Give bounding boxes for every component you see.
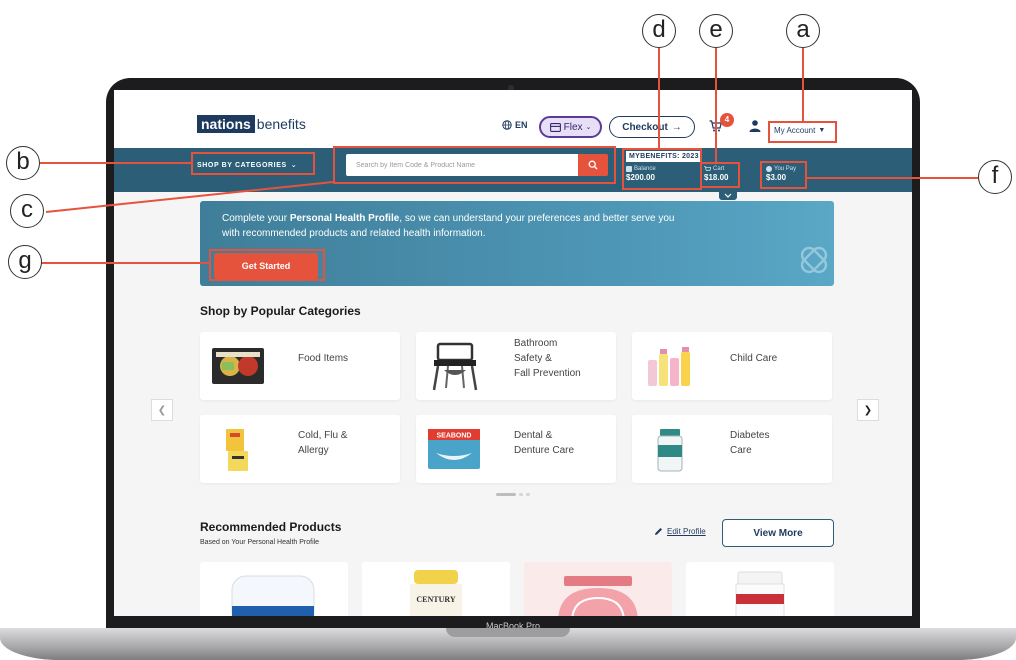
product-jar-image <box>231 575 315 616</box>
recommended-products-title: Recommended Products <box>200 520 342 534</box>
product-card[interactable] <box>524 562 672 616</box>
category-name-line2: Allergy <box>298 445 329 456</box>
commode-chair-image <box>432 342 478 391</box>
category-name-line2: Safety & <box>514 353 552 364</box>
carousel-next-button[interactable]: ❯ <box>857 399 879 421</box>
product-brand-text: CENTURY <box>416 595 456 604</box>
flex-wallet-button[interactable]: Flex ⌄ <box>539 116 602 138</box>
logo-secondary: benefits <box>256 116 306 132</box>
flex-label: Flex <box>563 121 583 133</box>
logo-primary: nations <box>197 115 255 133</box>
callout-label-d: d <box>642 14 676 48</box>
child-care-products-image <box>648 347 690 386</box>
checkout-label: Checkout <box>622 121 668 133</box>
callout-box-you-pay <box>760 161 807 189</box>
benefits-expand-toggle[interactable] <box>719 190 737 200</box>
edit-profile-link[interactable]: Edit Profile <box>654 527 706 536</box>
product-scale-image <box>524 562 672 616</box>
carousel-prev-button[interactable]: ❮ <box>151 399 173 421</box>
view-more-button[interactable]: View More <box>722 519 834 547</box>
globe-icon <box>502 120 512 130</box>
category-tile-diabetes-care[interactable]: Diabetes Care <box>632 415 832 483</box>
callout-box-my-account <box>768 121 837 143</box>
callout-label-f: f <box>978 160 1012 194</box>
category-tile-child-care[interactable]: Child Care <box>632 332 832 400</box>
health-products-illustration <box>800 246 828 274</box>
product-card[interactable]: CENTURY <box>362 562 510 616</box>
category-tile-bathroom-safety[interactable]: Bathroom Safety & Fall Prevention <box>416 332 616 400</box>
chevron-right-icon: ❯ <box>863 404 873 416</box>
category-name-line1: Child Care <box>730 353 778 364</box>
category-name-line2: Care <box>730 445 752 456</box>
diabetes-product-image <box>657 429 683 472</box>
category-name-line3: Fall Prevention <box>514 368 581 379</box>
cold-flu-product-image <box>226 429 248 471</box>
callout-label-g: g <box>8 245 42 279</box>
callout-box-get-started <box>209 249 325 281</box>
banner-text-before: Complete your <box>222 213 290 224</box>
edit-profile-label: Edit Profile <box>667 527 706 536</box>
callout-box-balance <box>622 148 702 190</box>
language-selector[interactable]: EN <box>502 120 528 130</box>
category-name-line1: Dental & <box>514 430 553 441</box>
arrow-right-icon: → <box>671 121 682 133</box>
product-pill-bottle-image <box>735 571 785 616</box>
chevron-down-icon: ⌄ <box>585 124 592 131</box>
checkout-button[interactable]: Checkout → <box>609 116 695 138</box>
pencil-icon <box>655 528 662 535</box>
user-icon[interactable] <box>748 119 762 133</box>
banner-message: Complete your Personal Health Profile, s… <box>222 211 692 241</box>
recommended-products-subtitle: Based on Your Personal Health Profile <box>200 539 320 546</box>
nations-benefits-logo[interactable]: nations benefits <box>197 115 306 133</box>
category-name-line1: Bathroom <box>514 338 558 349</box>
carousel-dot-active[interactable] <box>496 493 516 496</box>
dental-brand-text: SEABOND <box>436 433 471 440</box>
product-bottle-image: CENTURY <box>410 570 462 616</box>
chevron-left-icon: ❮ <box>157 404 167 416</box>
callout-label-c: c <box>10 194 44 228</box>
banner-text-bold: Personal Health Profile <box>289 213 400 224</box>
chevron-down-icon <box>724 193 732 198</box>
category-tile-cold-flu-allergy[interactable]: Cold, Flu & Allergy <box>200 415 400 483</box>
callout-box-cart <box>700 162 740 188</box>
category-tile-dental-denture[interactable]: SEABOND Dental & Denture Care <box>416 415 616 483</box>
popular-categories-title: Shop by Popular Categories <box>200 304 361 318</box>
category-name-line1: Diabetes <box>730 430 770 441</box>
dental-product-image: SEABOND <box>428 429 480 469</box>
product-card[interactable] <box>686 562 834 616</box>
language-label: EN <box>515 120 528 130</box>
product-card[interactable] <box>200 562 348 616</box>
carousel-dot[interactable] <box>519 493 523 496</box>
laptop-base <box>0 628 1016 660</box>
category-name-line1: Cold, Flu & <box>298 430 348 441</box>
callout-box-search <box>333 146 616 184</box>
category-name-line2: Denture Care <box>514 445 575 456</box>
cart-count-badge: 4 <box>720 113 734 127</box>
wallet-icon <box>549 122 561 132</box>
callout-label-e: e <box>699 14 733 48</box>
carousel-pagination <box>496 493 530 496</box>
category-tile-food-items[interactable]: Food Items <box>200 332 400 400</box>
category-name-line1: Food Items <box>298 353 349 364</box>
callout-box-shop-by-categories <box>191 152 315 175</box>
food-items-image <box>212 348 264 384</box>
carousel-dot[interactable] <box>526 493 530 496</box>
base-notch <box>446 628 570 637</box>
callout-label-a: a <box>786 14 820 48</box>
callout-label-b: b <box>6 146 40 180</box>
